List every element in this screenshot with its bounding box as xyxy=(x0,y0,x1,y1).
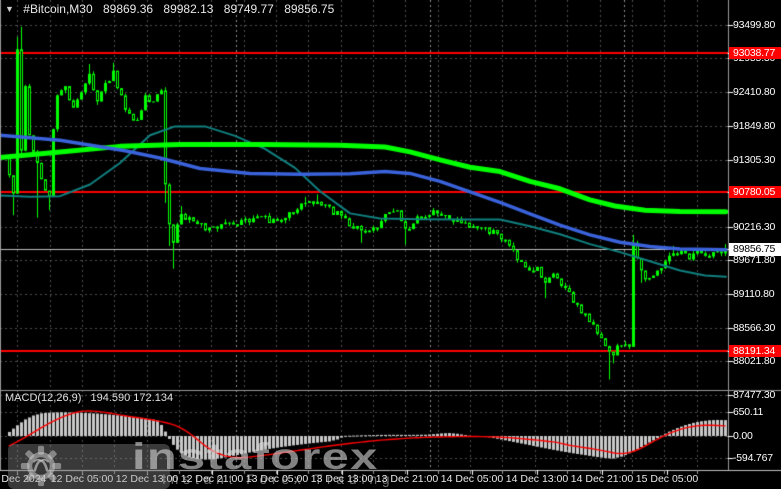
price-chart-canvas[interactable] xyxy=(0,0,781,489)
ohlc-low-value: 89749.77 xyxy=(223,2,274,16)
symbol-period-label: #Bitcoin,M30 xyxy=(23,2,93,16)
ohlc-close-value: 89856.75 xyxy=(284,2,335,16)
macd-params-label: MACD(12,26,9) xyxy=(5,392,82,404)
trading-chart-window: ▼ #Bitcoin,M30 89869.36 89982.13 89749.7… xyxy=(0,0,781,489)
ohlc-high-value: 89982.13 xyxy=(163,2,214,16)
symbol-dropdown-icon[interactable]: ▼ xyxy=(5,4,14,14)
ohlc-open-value: 89869.36 xyxy=(102,2,154,16)
macd-indicator-label: MACD(12,26,9) 194.590 172.134 xyxy=(5,392,173,404)
macd-values-label: 194.590 172.134 xyxy=(90,392,174,404)
chart-title: ▼ #Bitcoin,M30 89869.36 89982.13 89749.7… xyxy=(5,2,341,16)
